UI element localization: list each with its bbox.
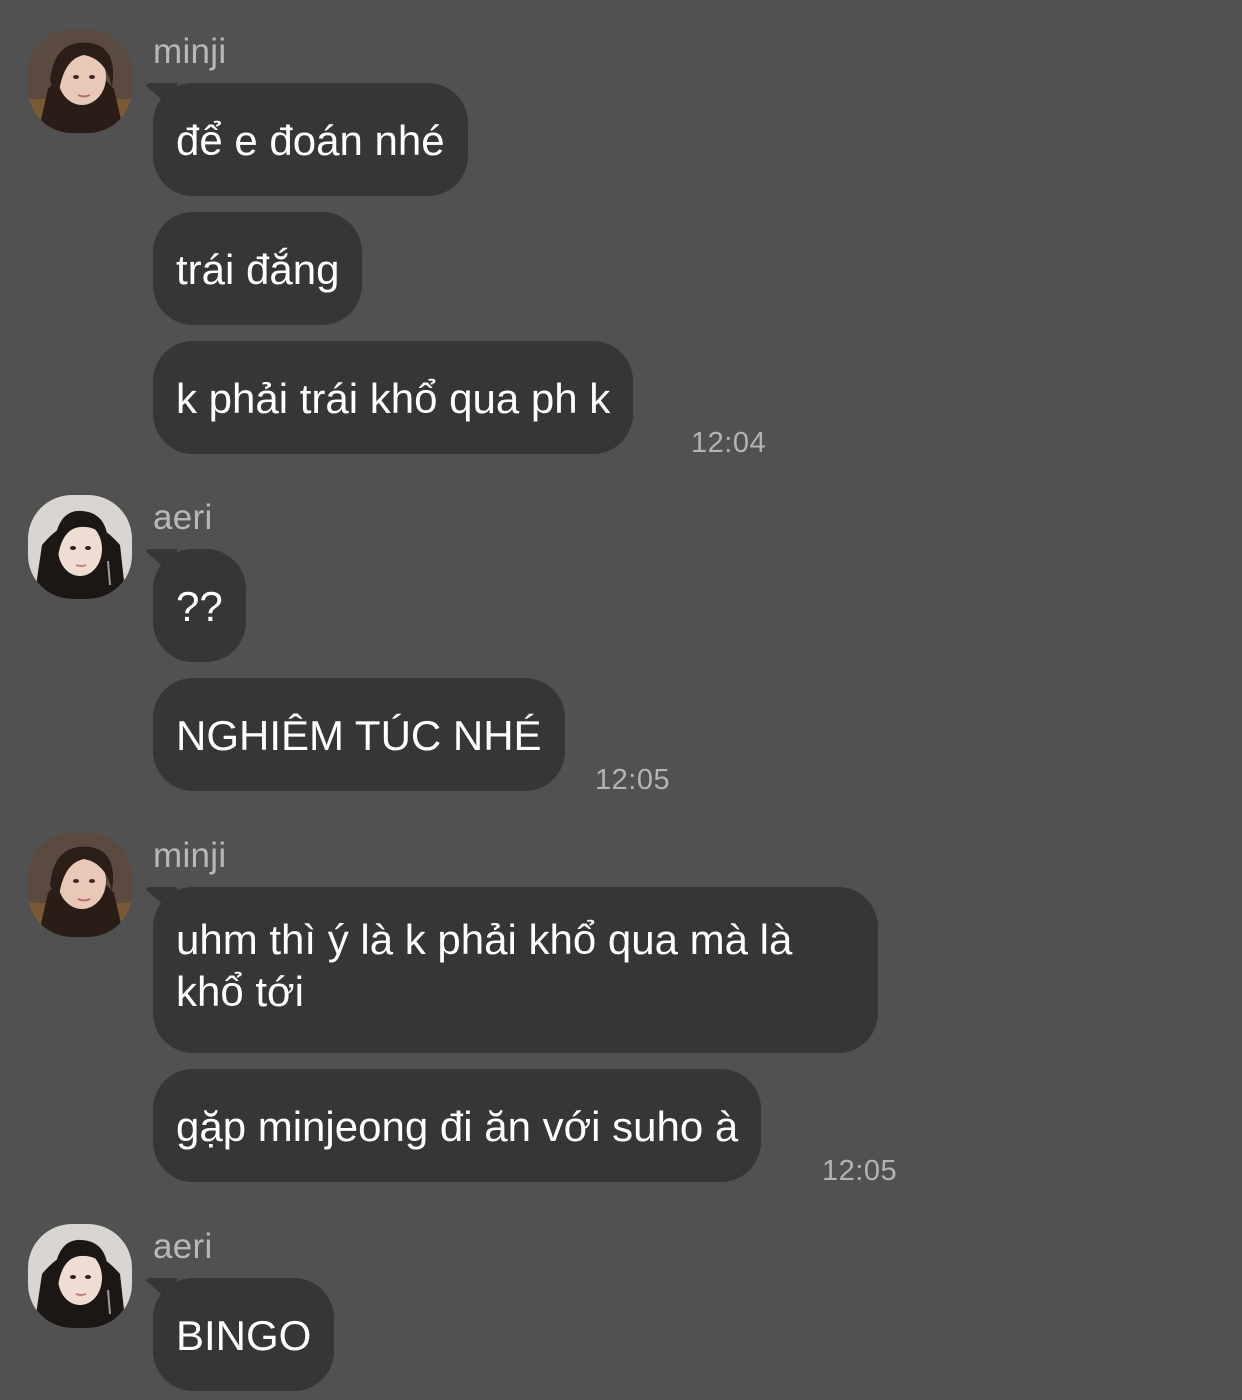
avatar-minji[interactable] [28, 29, 132, 133]
sender-name: aeri [153, 498, 213, 537]
message-bubble[interactable]: để e đoán nhé [153, 83, 468, 196]
message-bubble[interactable]: uhm thì ý là k phải khổ qua mà là khổ tớ… [153, 887, 878, 1053]
message-bubble[interactable]: BINGO [153, 1278, 335, 1391]
avatar-minji[interactable] [28, 833, 132, 937]
message-bubble[interactable]: NGHIÊM TÚC NHÉ [153, 678, 565, 791]
message-timestamp: 12:04 [691, 427, 767, 459]
sender-name: minji [153, 836, 227, 875]
avatar-aeri[interactable] [28, 495, 132, 599]
message-bubble[interactable]: k phải trái khổ qua ph k [153, 341, 634, 454]
message-timestamp: 12:05 [822, 1155, 898, 1187]
message-bubble[interactable]: ?? [153, 549, 246, 662]
message-timestamp: 12:05 [595, 764, 671, 796]
message-bubble[interactable]: gặp minjeong đi ăn với suho à [153, 1069, 762, 1182]
sender-name: aeri [153, 1227, 213, 1266]
message-bubble[interactable]: trái đắng [153, 212, 363, 325]
sender-name: minji [153, 32, 227, 71]
avatar-aeri[interactable] [28, 1224, 132, 1328]
